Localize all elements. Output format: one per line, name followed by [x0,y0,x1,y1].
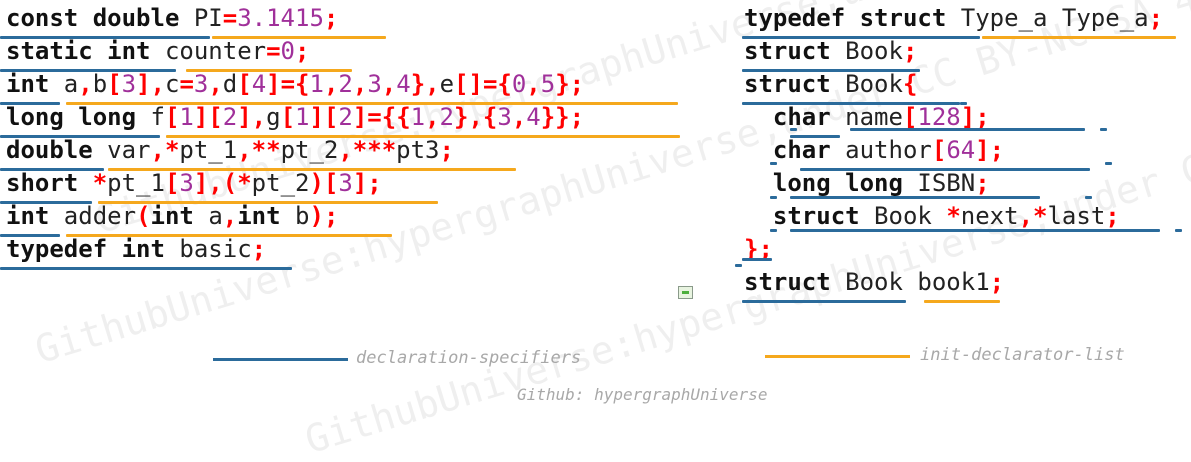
declaration-specifiers-underline [0,267,292,270]
declaration-specifiers-underline [0,135,160,138]
declaration-specifiers-underline [0,234,60,237]
init-declarator-list-underline [982,36,1176,39]
dash-mark [1105,162,1112,165]
init-declarator-list-underline [166,135,680,138]
init-declarator-list-underline [66,234,392,237]
declaration-specifiers-underline [742,36,980,39]
declaration-specifiers-underline [742,258,772,261]
dash-mark [770,229,777,232]
dash-mark [790,128,797,131]
legend-label-init-declarator-list: init-declarator-list [920,345,1125,365]
declaration-specifiers-underline [0,69,176,72]
legend-line-declaration-specifiers [213,358,348,361]
dash-mark [770,196,777,199]
dash-mark [735,264,742,267]
dash-mark [1175,229,1182,232]
init-declarator-list-underline [186,69,352,72]
dash-mark [770,102,777,105]
minimize-marker-icon [678,286,693,299]
init-declarator-list-underline [212,36,386,39]
dash-mark [1100,128,1107,131]
init-declarator-list-underline [924,300,1000,303]
dash-mark [770,162,777,165]
declaration-specifiers-underline [742,69,920,72]
legend-line-init-declarator-list [765,355,910,358]
declaration-specifiers-underline [790,135,840,138]
init-declarator-list-underline [98,201,438,204]
legend-label-declaration-specifiers: declaration-specifiers [356,348,582,368]
declaration-specifiers-underline [0,36,210,39]
dash-mark [960,102,967,105]
init-declarator-list-underline [66,102,678,105]
init-declarator-list-underline [108,168,516,171]
declaration-specifiers-underline [0,168,104,171]
credit-text: Github: hypergraphUniverse [517,385,768,404]
declaration-specifiers-underline [0,201,92,204]
declaration-specifiers-underline [742,300,906,303]
declaration-specifiers-underline [790,229,1160,232]
declaration-specifiers-underline [790,196,1040,199]
declaration-specifiers-underline [0,102,60,105]
declaration-specifiers-underline [800,168,1090,171]
dash-mark [1085,196,1092,199]
declaration-specifiers-underline [850,128,1085,131]
